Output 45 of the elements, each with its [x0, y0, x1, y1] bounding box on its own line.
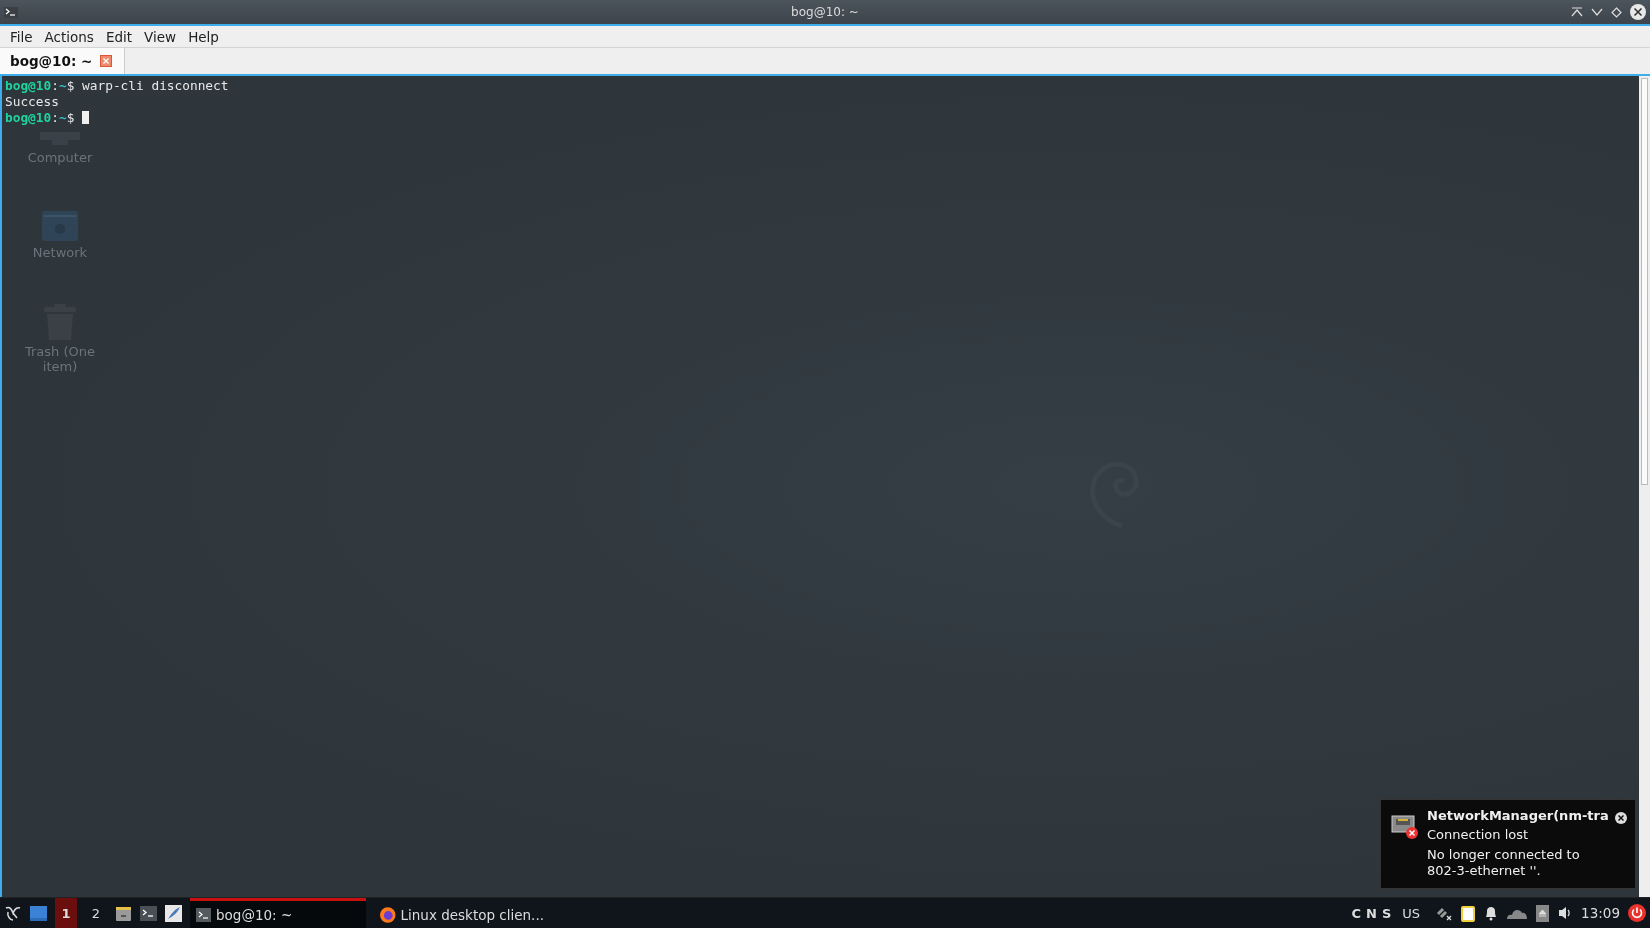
terminal-tab[interactable]: bog@10: ~ [0, 48, 126, 74]
terminal-icon [4, 6, 18, 18]
keep-above-icon[interactable] [1571, 7, 1583, 17]
taskbar-window-button[interactable]: Linux desktop clien... [374, 898, 550, 928]
maximize-icon[interactable] [1611, 6, 1622, 18]
terminal-line: bog@10:~$ warp-cli disconnect [5, 78, 229, 94]
workspace-button[interactable]: 1 [55, 898, 77, 928]
menu-item[interactable]: View [138, 28, 183, 45]
close-icon[interactable] [1615, 812, 1627, 824]
lock-key-indicator: C [1351, 905, 1362, 921]
notification-body: No longer connected to 802-3-ethernet ''. [1427, 847, 1581, 879]
bird-logo-icon[interactable] [4, 904, 22, 922]
window-title: bog@10: ~ [791, 5, 859, 19]
notification-title: NetworkManager(nm-tra [1427, 808, 1607, 824]
eject-icon[interactable] [1536, 904, 1550, 922]
ethernet-disconnected-icon [1391, 814, 1419, 840]
menu-item[interactable]: Edit [99, 28, 139, 45]
workspace-button[interactable]: 2 [85, 898, 107, 928]
close-tab-icon[interactable] [100, 55, 113, 67]
lock-key-indicator: S [1381, 905, 1392, 921]
bell-icon[interactable] [1484, 905, 1499, 921]
menu-item[interactable]: Help [182, 28, 225, 45]
file-cabinet-icon[interactable] [115, 904, 132, 922]
close-icon[interactable] [1630, 4, 1646, 20]
menu-item[interactable]: File [4, 28, 39, 45]
desktop-icon[interactable] [30, 905, 47, 921]
terminal-icon [196, 907, 211, 922]
terminal-icon[interactable] [140, 905, 157, 921]
browser-icon [380, 906, 396, 923]
cloud-icon[interactable] [1506, 907, 1529, 919]
terminal-line: bog@10:~$ [5, 109, 229, 126]
feather-pen-icon[interactable] [165, 904, 182, 922]
notification-summary: Connection lost [1427, 827, 1530, 843]
scrollbar[interactable] [1639, 76, 1650, 897]
taskbar-window-button[interactable]: bog@10: ~ [190, 898, 366, 928]
keyboard-layout[interactable]: US [1402, 905, 1421, 921]
clock[interactable]: 13:09 [1581, 905, 1620, 921]
power-icon[interactable] [1628, 904, 1646, 922]
lock-key-indicator: N [1366, 905, 1377, 921]
network-folder-icon [42, 209, 78, 241]
clipboard-icon[interactable] [1460, 904, 1477, 922]
terminal-output: Success [5, 93, 60, 110]
minimize-icon[interactable] [1591, 8, 1603, 16]
menu-item[interactable]: Actions [38, 28, 100, 45]
network-disconnected-icon[interactable] [1436, 905, 1453, 921]
